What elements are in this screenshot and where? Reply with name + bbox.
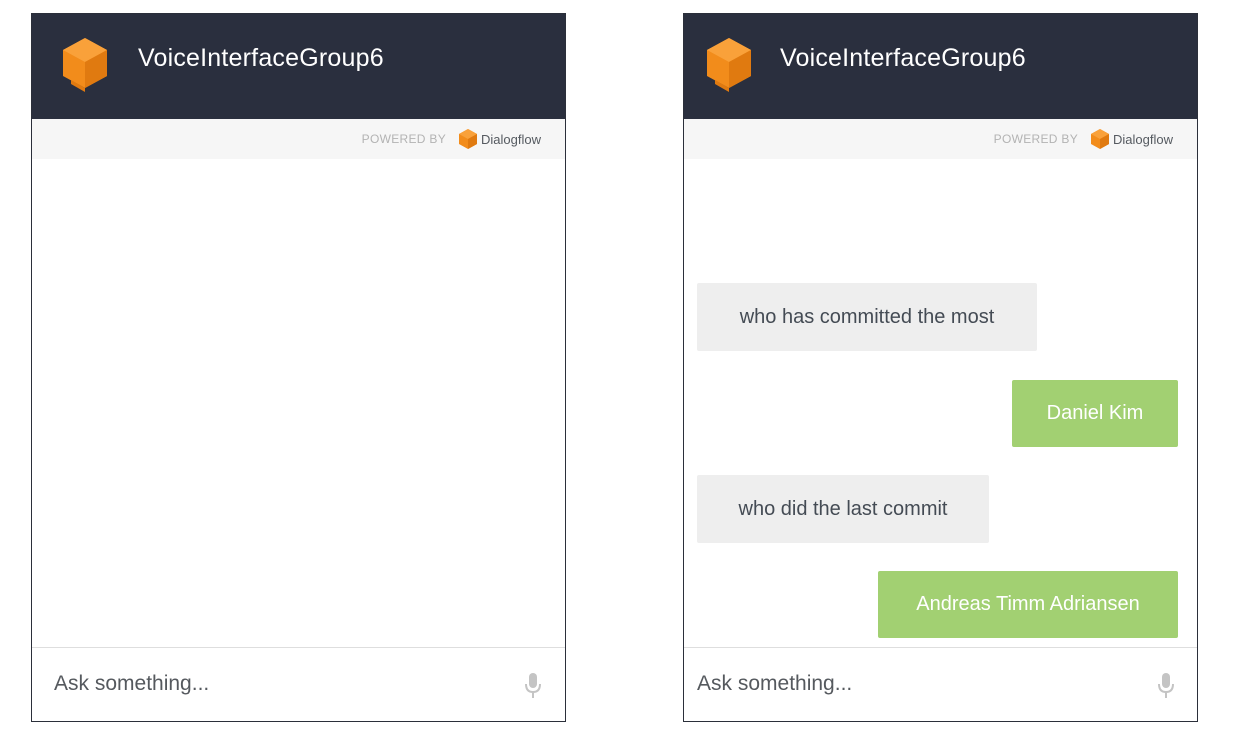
chat-widget-left: VoiceInterfaceGroup6 POWERED BY Dialogfl… — [31, 13, 566, 722]
bot-reply: Andreas Timm Adriansen — [878, 571, 1178, 638]
powered-by-label: POWERED BY — [993, 132, 1079, 146]
input-bar: Ask something... — [684, 647, 1197, 721]
dialogflow-logo-icon — [63, 38, 107, 92]
query-input[interactable]: Ask something... — [54, 672, 209, 696]
chat-messages[interactable] — [32, 159, 565, 648]
powered-by-bar: POWERED BY Dialogflow — [684, 119, 1197, 159]
dialogflow-brand[interactable]: Dialogflow — [1113, 132, 1173, 147]
chat-header: VoiceInterfaceGroup6 — [684, 14, 1197, 119]
dialogflow-small-icon — [1091, 129, 1110, 149]
dialogflow-small-icon — [459, 129, 478, 149]
chat-widget-right: VoiceInterfaceGroup6 POWERED BY Dialogfl… — [683, 13, 1198, 722]
input-bar: Ask something... — [32, 647, 565, 721]
powered-by-label: POWERED BY — [361, 132, 447, 146]
dialogflow-brand[interactable]: Dialogflow — [481, 132, 541, 147]
bot-reply: Daniel Kim — [1012, 380, 1178, 447]
powered-by-bar: POWERED BY Dialogflow — [32, 119, 565, 159]
dialogflow-logo-icon — [707, 38, 751, 92]
query-input[interactable]: Ask something... — [697, 672, 852, 696]
user-message: who has committed the most — [697, 283, 1037, 351]
chat-header: VoiceInterfaceGroup6 — [32, 14, 565, 119]
user-message: who did the last commit — [697, 475, 989, 543]
chat-messages[interactable]: who has committed the most Daniel Kim wh… — [684, 159, 1197, 648]
bot-title: VoiceInterfaceGroup6 — [780, 44, 1026, 72]
microphone-icon[interactable] — [1158, 673, 1174, 699]
bot-title: VoiceInterfaceGroup6 — [138, 44, 384, 72]
microphone-icon[interactable] — [525, 673, 541, 699]
